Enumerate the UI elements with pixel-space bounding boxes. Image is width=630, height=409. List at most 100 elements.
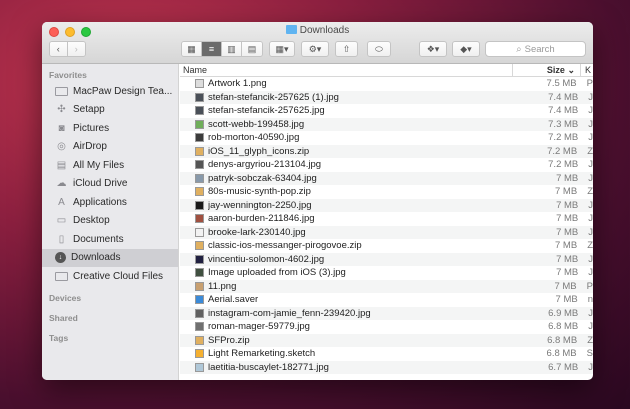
cover-flow-button[interactable]: ▤ [242, 42, 262, 56]
file-thumbnail-icon [195, 146, 204, 156]
file-name: scott-webb-199458.jpg [208, 118, 305, 130]
column-name-header[interactable]: Name [180, 64, 513, 76]
sidebar-item-all-my-files[interactable]: ▤ All My Files [42, 156, 178, 175]
file-row[interactable]: vincentiu-solomon-4602.jpg 7 MB J [180, 252, 593, 266]
file-size: 7.4 MB [548, 91, 579, 103]
file-thumbnail-icon [195, 254, 204, 264]
column-view-button[interactable]: ▥ [222, 42, 242, 56]
file-kind: Z [587, 145, 593, 157]
sidebar-item-downloads[interactable]: ↓ Downloads [42, 248, 178, 267]
tags-button[interactable]: ⬭ [367, 41, 391, 57]
sidebar-item-label: Applications [73, 196, 127, 208]
file-thumbnail-icon [195, 173, 204, 183]
chevron-down-icon: ⌄ [567, 65, 575, 75]
file-thumbnail-icon [195, 322, 204, 332]
camera-icon: ◙ [58, 122, 65, 134]
sidebar-item-icloud-drive[interactable]: ☁ iCloud Drive [42, 175, 178, 194]
sidebar-item-macpaw-design-tea[interactable]: MacPaw Design Tea... [42, 82, 178, 101]
sidebar-item-documents[interactable]: ▯ Documents [42, 230, 178, 249]
file-row[interactable]: stefan-stefancik-257625 (1).jpg 7.4 MB J [180, 90, 593, 104]
sidebar-item-setapp[interactable]: ✣ Setapp [42, 101, 178, 120]
file-row[interactable]: scott-webb-199458.jpg 7.3 MB J [180, 117, 593, 131]
file-kind: P [586, 78, 593, 90]
forward-button[interactable]: › [67, 42, 85, 56]
sidebar-item-applications[interactable]: A Applications [42, 193, 178, 212]
sidebar-item-airdrop[interactable]: ◎ AirDrop [42, 138, 178, 157]
file-size: 6.8 MB [547, 334, 578, 346]
file-row[interactable]: brooke-lark-230140.jpg 7 MB J [180, 225, 593, 239]
file-kind: J [588, 159, 593, 171]
file-size: 7.2 MB [548, 132, 579, 144]
search-placeholder: Search [524, 43, 555, 55]
search-input[interactable]: ⌕ Search [485, 41, 586, 57]
nav-buttons: ‹ › [49, 41, 86, 57]
column-headers: Name Size ⌄ K [180, 64, 593, 77]
file-row[interactable]: rob-morton-40590.jpg 7.2 MB J [180, 131, 593, 145]
sidebar-item-desktop[interactable]: ▭ Desktop [42, 212, 178, 231]
tags-header[interactable]: Tags [42, 331, 178, 345]
file-size: 6.8 MB [548, 321, 579, 333]
file-size: 7 MB [556, 226, 579, 238]
file-row[interactable]: roman-mager-59779.jpg 6.8 MB J [180, 320, 593, 334]
file-kind: Z [587, 334, 593, 346]
dropbox-button[interactable]: ❖▾ [419, 41, 447, 57]
file-kind: Z [587, 186, 593, 198]
file-row[interactable]: patryk-sobczak-63404.jpg 7 MB J [180, 171, 593, 185]
file-row[interactable]: classic-ios-messanger-pirogovoe.zip 7 MB Z [180, 239, 593, 253]
column-size-header[interactable]: Size ⌄ [513, 64, 581, 76]
file-row[interactable]: instagram-com-jamie_fenn-239420.jpg 6.9 M… [180, 306, 593, 320]
file-thumbnail-icon [195, 79, 204, 89]
gear-icon: ⚙▾ [308, 43, 322, 54]
file-thumbnail-icon [195, 281, 204, 291]
arrange-button[interactable]: ▦▾ [269, 41, 295, 57]
file-name: roman-mager-59779.jpg [208, 321, 310, 333]
file-kind: J [588, 199, 593, 211]
file-row[interactable]: 11.png 7 MB P [180, 279, 593, 293]
shared-header[interactable]: Shared [42, 311, 178, 325]
file-thumbnail-icon [195, 362, 204, 372]
file-size: 7 MB [555, 240, 578, 252]
sidebar-item-creative-cloud-files[interactable]: Creative Cloud Files [42, 267, 178, 286]
file-row[interactable]: Image uploaded from iOS (3).jpg 7 MB J [180, 266, 593, 280]
file-row[interactable]: Light Remarketing.sketch 6.8 MB S [180, 347, 593, 361]
file-thumbnail-icon [195, 335, 204, 345]
devices-header[interactable]: Devices [42, 291, 178, 305]
column-kind-header[interactable]: K [581, 64, 591, 76]
file-list: Name Size ⌄ K Artwork 1.png 7.5 MB Pstefan… [180, 64, 593, 380]
downloads-icon: ↓ [55, 252, 66, 264]
file-row[interactable]: iOS_11_glyph_icons.zip 7.2 MB Z [180, 144, 593, 158]
file-kind: J [588, 226, 593, 238]
file-kind: J [588, 321, 593, 333]
file-kind: P [586, 280, 593, 292]
file-size: 7 MB [556, 253, 579, 265]
file-thumbnail-icon [195, 241, 204, 251]
file-thumbnail-icon [195, 308, 204, 318]
file-thumbnail-icon [195, 106, 204, 116]
share-button[interactable]: ⇧ [335, 41, 358, 57]
back-button[interactable]: ‹ [50, 42, 68, 56]
cloud-icon: ☁ [56, 178, 67, 190]
file-row[interactable]: jay-wennington-2250.jpg 7 MB J [180, 198, 593, 212]
file-row[interactable]: denys-argyriou-213104.jpg 7.2 MB J [180, 158, 593, 172]
list-view-button[interactable]: ≡ [202, 42, 222, 56]
file-name: instagram-com-jamie_fenn-239420.jpg [208, 307, 371, 319]
file-row[interactable]: laetitia-buscaylet-182771.jpg 6.7 MB J [180, 360, 593, 374]
file-name: rob-morton-40590.jpg [208, 132, 300, 144]
file-name: vincentiu-solomon-4602.jpg [208, 253, 325, 265]
arrange-icon: ▦▾ [275, 43, 289, 54]
icon-view-button[interactable]: ▦ [182, 42, 202, 56]
file-row[interactable]: 80s-music-synth-pop.zip 7 MB Z [180, 185, 593, 199]
file-row[interactable]: Aerial.saver 7 MB n [180, 293, 593, 307]
file-thumbnail-icon [195, 295, 204, 305]
file-row[interactable]: SFPro.zip 6.8 MB Z [180, 333, 593, 347]
file-row[interactable]: Artwork 1.png 7.5 MB P [180, 77, 593, 91]
file-row[interactable]: aaron-burden-211846.jpg 7 MB J [180, 212, 593, 226]
sidebar-item-pictures[interactable]: ◙ Pictures [42, 119, 178, 138]
file-name: laetitia-buscaylet-182771.jpg [208, 361, 329, 373]
file-kind: J [588, 132, 593, 144]
dropbox-menu-button[interactable]: ◆▾ [452, 41, 480, 57]
sidebar-item-label: Downloads [71, 252, 121, 264]
action-button[interactable]: ⚙▾ [301, 41, 329, 57]
folder-icon [55, 271, 68, 281]
file-row[interactable]: stefan-stefancik-257625.jpg 7.4 MB J [180, 104, 593, 118]
